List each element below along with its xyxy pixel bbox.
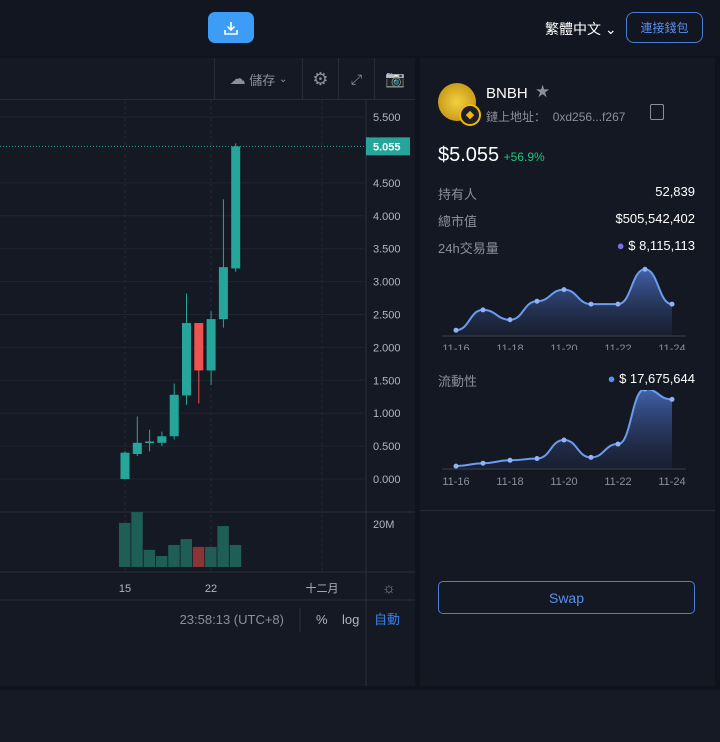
data-point <box>534 298 540 304</box>
data-point <box>669 396 675 402</box>
data-point <box>480 307 486 313</box>
area-fill <box>456 269 672 336</box>
x-tick: 11-16 <box>442 343 469 350</box>
contract-address: 鏈上地址： 0xd256...f267 <box>486 110 626 124</box>
price-tick: 0.000 <box>373 474 401 486</box>
data-point <box>561 287 567 293</box>
token-name: BNBH <box>486 85 528 102</box>
bnb-chain-badge-icon: ◆ <box>459 104 481 126</box>
volume-bar <box>168 544 180 567</box>
volume-bar <box>180 539 192 567</box>
chevron-down-icon: ⌄ <box>604 21 617 37</box>
language-select[interactable]: 繁體中文 ⌄ <box>545 19 617 39</box>
price-tick: 2.500 <box>373 310 401 322</box>
x-tick: 11-20 <box>550 343 577 350</box>
price-chart-panel: ☁ 儲存 ⌄ ⚙ ⤢ 📷 5.500 4.500 4.000 3.500 3.000 2.… <box>0 58 415 686</box>
auto-scale-toggle[interactable]: 自動 <box>374 612 400 627</box>
divider <box>420 510 715 511</box>
candle-body <box>231 146 241 269</box>
settings-icon[interactable]: ⚙ <box>302 58 338 100</box>
time-tick: 22 <box>205 583 217 595</box>
price-tick: 3.000 <box>373 277 401 289</box>
candle-body <box>194 323 204 371</box>
favorite-star-icon[interactable]: ★ <box>535 82 550 102</box>
download-button[interactable] <box>208 12 254 43</box>
volume-bar <box>192 546 205 567</box>
log-scale-toggle[interactable]: log <box>342 612 359 627</box>
price-tick: 3.500 <box>373 244 401 256</box>
swap-button[interactable]: Swap <box>438 581 695 614</box>
price-tick: 4.500 <box>373 178 401 190</box>
price-tick: 0.500 <box>373 441 401 453</box>
volume-bar <box>119 522 131 567</box>
cloud-icon: ☁ <box>229 71 246 88</box>
data-point <box>453 327 459 333</box>
clock-time: 23:58:13 (UTC+8) <box>180 612 284 627</box>
x-tick: 11-22 <box>604 343 631 350</box>
x-tick: 11-24 <box>658 476 685 488</box>
data-point <box>615 301 621 307</box>
x-tick: 11-18 <box>496 343 523 350</box>
candle-body <box>132 442 142 454</box>
data-point <box>615 441 621 447</box>
copy-icon[interactable] <box>650 104 664 120</box>
token-info-panel: ◆ BNBH ★ 鏈上地址： 0xd256...f267 $5.055 +56.… <box>420 58 715 686</box>
data-point <box>588 301 594 307</box>
volume-bar <box>205 546 217 567</box>
chart-toolbar: ☁ 儲存 ⌄ ⚙ ⤢ 📷 <box>0 58 415 100</box>
price-tick: 4.000 <box>373 211 401 223</box>
area-fill <box>456 390 672 469</box>
time-tick: 十二月 <box>306 581 339 595</box>
current-price-label: 5.055 <box>373 141 401 153</box>
x-tick: 11-18 <box>496 476 523 488</box>
candle-body <box>169 394 179 437</box>
volume-bar <box>131 512 143 567</box>
data-point <box>507 457 513 463</box>
x-tick: 11-22 <box>604 476 631 488</box>
data-point <box>507 317 513 323</box>
candle-body <box>120 452 130 479</box>
candle-body <box>218 267 228 320</box>
connect-wallet-button[interactable]: 連接錢包 <box>626 12 703 43</box>
chevron-down-icon: ⌄ <box>278 73 288 85</box>
volume-bar <box>229 544 242 567</box>
volume-bar <box>217 526 229 567</box>
data-point <box>642 266 648 272</box>
data-point <box>588 454 594 460</box>
top-bar: 繁體中文 ⌄ 連接錢包 <box>0 0 720 56</box>
candle-body <box>157 436 167 443</box>
price-tick: 1.500 <box>373 375 401 387</box>
candlestick-chart[interactable]: 5.500 4.500 4.000 3.500 3.000 2.500 2.000 1.500… <box>0 100 415 686</box>
data-point <box>561 437 567 443</box>
x-tick: 11-24 <box>658 343 685 350</box>
candle-body <box>182 323 191 396</box>
volume-tick: 20M <box>373 519 394 531</box>
price-tick: 2.000 <box>373 342 401 354</box>
liquidity-area-chart: 11-16 11-18 11-20 11-22 11-24 <box>442 390 686 488</box>
legend-dot: ● <box>607 371 616 386</box>
data-point <box>534 456 540 462</box>
data-point <box>669 301 675 307</box>
percent-scale-toggle[interactable]: % <box>316 612 328 627</box>
save-layout-button[interactable]: ☁ 儲存 ⌄ <box>214 58 302 100</box>
fullscreen-icon[interactable]: ⤢ <box>338 58 374 100</box>
x-tick: 11-20 <box>550 476 577 488</box>
candle-body <box>145 441 155 443</box>
volume-bar <box>155 555 168 567</box>
data-point <box>453 463 459 469</box>
volume-bar <box>143 549 156 567</box>
legend-dot: ● <box>616 238 625 253</box>
download-icon <box>224 21 238 35</box>
screenshot-camera-icon[interactable]: 📷 <box>374 58 415 100</box>
timezone-settings-icon: ☼ <box>382 580 396 597</box>
bottom-area <box>0 690 720 742</box>
price-tick: 5.500 <box>373 112 401 124</box>
x-tick: 11-16 <box>442 476 469 488</box>
price-tick: 1.000 <box>373 408 401 420</box>
candle-body <box>206 319 216 371</box>
data-point <box>480 460 486 466</box>
volume-area-chart: 11-16 11-18 11-20 11-22 11-24 <box>442 266 686 350</box>
time-tick: 15 <box>119 583 131 595</box>
price-row: $5.055 +56.9% <box>438 144 545 166</box>
